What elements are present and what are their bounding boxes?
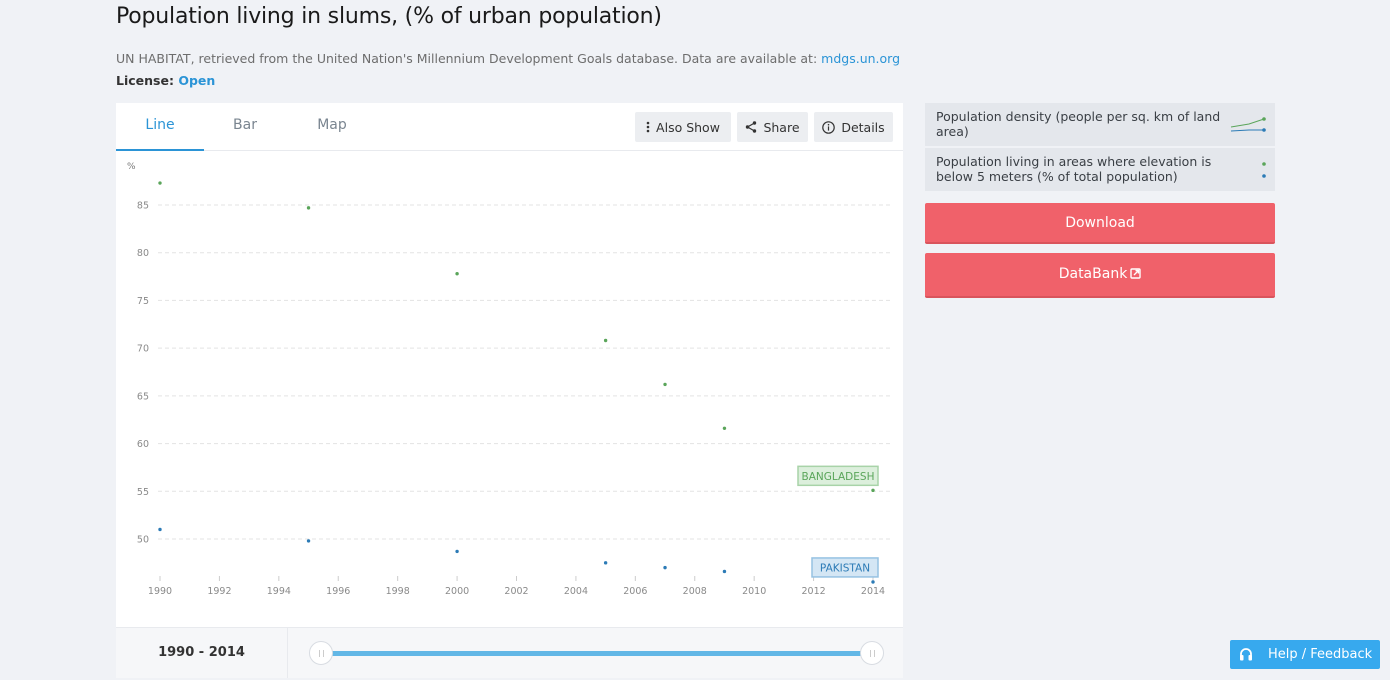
label-layer: BANGLADESH PAKISTAN xyxy=(797,465,879,578)
also-show-item-population-density[interactable]: Population density (people per sq. km of… xyxy=(925,103,1275,146)
also-show-item-low-elevation[interactable]: Population living in areas where elevati… xyxy=(925,148,1275,191)
data-point-pakistan xyxy=(871,580,875,584)
databank-button[interactable]: DataBank xyxy=(925,253,1275,298)
details-button[interactable]: Details xyxy=(814,112,893,142)
tab-line[interactable]: Line xyxy=(116,103,204,151)
series-label-pakistan: PAKISTAN xyxy=(811,557,879,578)
data-point-pakistan xyxy=(663,565,667,570)
year-range-label: 1990 - 2014 xyxy=(116,628,288,678)
y-tick-label: 70 xyxy=(137,344,149,355)
x-tick-label: 1998 xyxy=(386,586,410,597)
x-tick-label: 2006 xyxy=(623,586,647,597)
tab-bar[interactable]: Bar xyxy=(204,103,286,151)
databank-label: DataBank xyxy=(1058,266,1128,282)
details-label: Details xyxy=(841,119,885,135)
help-feedback-button[interactable]: Help / Feedback xyxy=(1230,640,1380,669)
license-label: License: xyxy=(116,73,179,88)
y-tick-label: 75 xyxy=(137,296,149,307)
axis-layer: % 50 55 60 65 70 75 80 85 1990 1992 1994 1996 1998 200… xyxy=(127,162,885,597)
line-chart: % 50 55 60 65 70 75 80 85 1990 1992 1994 1996 1998 200… xyxy=(116,152,903,627)
more-vertical-icon xyxy=(646,121,650,133)
x-tick-label: 2000 xyxy=(445,586,469,597)
x-tick-label: 1990 xyxy=(148,586,172,597)
tab-map[interactable]: Map xyxy=(288,103,376,151)
help-feedback-label: Help / Feedback xyxy=(1268,647,1373,662)
x-tick-label: 2012 xyxy=(801,586,825,597)
range-end-handle[interactable] xyxy=(860,641,884,665)
info-icon xyxy=(822,120,836,134)
share-icon xyxy=(746,121,757,133)
year-range-slider-track[interactable] xyxy=(320,651,872,656)
x-tick-label: 1994 xyxy=(267,586,291,597)
x-tick-label: 1992 xyxy=(207,586,231,597)
grid-layer xyxy=(158,204,893,540)
headset-icon xyxy=(1240,648,1252,661)
range-start-handle[interactable] xyxy=(309,641,333,665)
chart-svg: % 50 55 60 65 70 75 80 85 1990 1992 1994 1996 1998 200… xyxy=(127,162,893,597)
data-point-bangladesh xyxy=(455,272,459,276)
x-tick-label: 2014 xyxy=(861,586,885,597)
also-show-label: Also Show xyxy=(656,119,720,135)
download-label: Download xyxy=(1065,215,1135,231)
y-tick-label: 80 xyxy=(137,248,149,259)
year-range-bar: 1990 - 2014 xyxy=(116,627,903,678)
share-button[interactable]: Share xyxy=(737,112,808,142)
series-label-bangladesh: BANGLADESH xyxy=(797,465,879,487)
y-tick-label: 50 xyxy=(137,535,149,546)
data-point-bangladesh xyxy=(663,382,667,387)
external-link-icon xyxy=(1130,267,1141,279)
y-tick-label: 65 xyxy=(137,391,149,402)
y-axis-unit-label: % xyxy=(127,162,136,172)
download-button[interactable]: Download xyxy=(925,203,1275,244)
series-label-text: PAKISTAN xyxy=(820,562,870,574)
x-tick-label: 2002 xyxy=(504,586,528,597)
data-point-pakistan xyxy=(603,561,608,565)
point-layer xyxy=(158,181,875,584)
x-tick-label: 1996 xyxy=(326,586,350,597)
mini-dot-chart-icon xyxy=(1262,162,1266,178)
data-point-bangladesh xyxy=(722,426,727,431)
also-show-item-label: Population living in areas where elevati… xyxy=(936,154,1212,184)
chart-panel: Line Bar Map Also Show Share Details % 50… xyxy=(116,103,903,678)
data-point-bangladesh xyxy=(603,338,608,343)
data-point-pakistan xyxy=(722,569,727,574)
also-show-item-label: Population density (people per sq. km of… xyxy=(936,109,1221,139)
data-point-pakistan xyxy=(158,527,162,532)
data-point-pakistan xyxy=(306,539,311,543)
data-point-bangladesh xyxy=(158,181,162,185)
license: License: Open xyxy=(116,73,215,88)
source-link[interactable]: mdgs.un.org xyxy=(821,51,900,66)
license-link[interactable]: Open xyxy=(178,73,215,88)
y-tick-label: 85 xyxy=(137,201,149,212)
source-text: UN HABITAT, retrieved from the United Na… xyxy=(116,51,822,66)
source-note: UN HABITAT, retrieved from the United Na… xyxy=(116,51,900,66)
mini-line-chart-icon xyxy=(1230,117,1266,132)
data-point-bangladesh xyxy=(306,206,311,210)
x-tick-label: 2004 xyxy=(564,586,588,597)
x-tick-label: 2010 xyxy=(742,586,766,597)
data-point-bangladesh xyxy=(871,488,875,493)
also-show-button[interactable]: Also Show xyxy=(635,112,731,142)
page-title: Population living in slums, (% of urban … xyxy=(116,4,662,29)
y-tick-label: 55 xyxy=(137,487,149,498)
share-label: Share xyxy=(763,119,800,135)
side-panel: Population density (people per sq. km of… xyxy=(925,103,1275,298)
x-tick-label: 2008 xyxy=(683,586,707,597)
chart-tabs: Line Bar Map Also Show Share Details xyxy=(116,103,903,151)
data-point-pakistan xyxy=(455,549,459,554)
series-label-text: BANGLADESH xyxy=(802,471,875,483)
y-tick-label: 60 xyxy=(137,439,149,450)
